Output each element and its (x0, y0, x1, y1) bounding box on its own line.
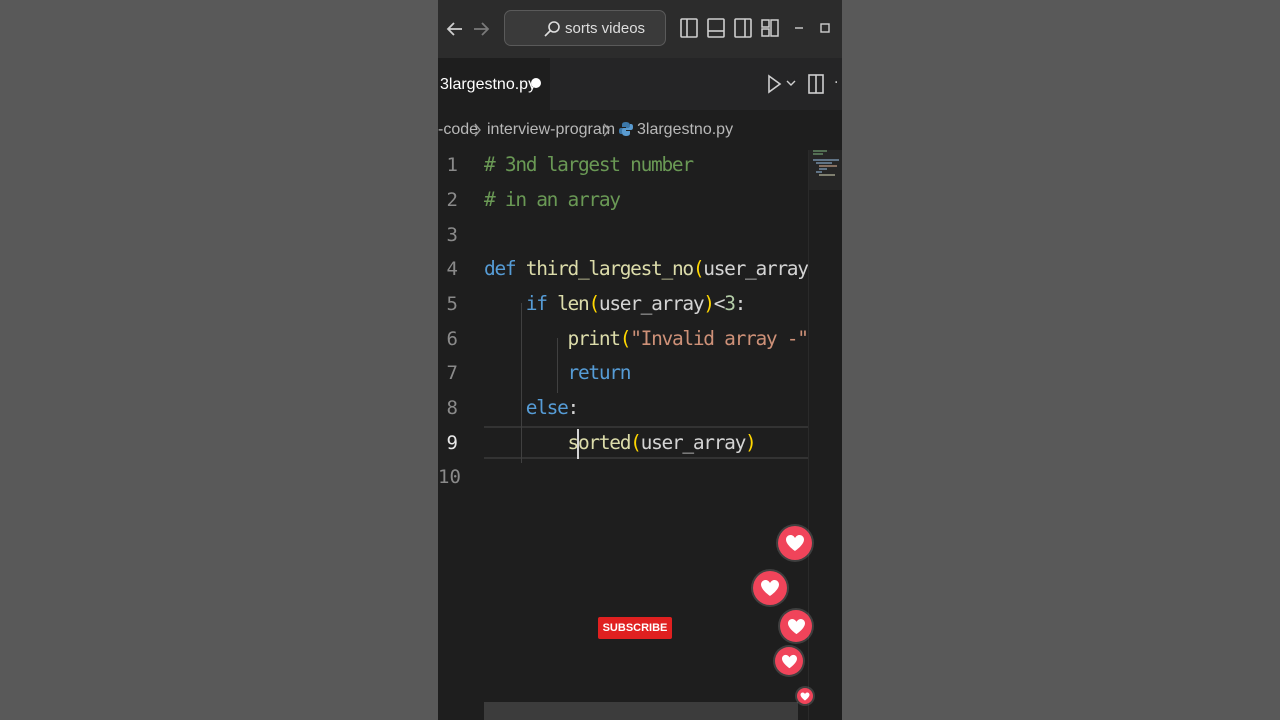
breadcrumb: -code interview-program 3largestno.py (438, 110, 842, 150)
code-text: if len(user_array)<3: (525, 292, 747, 315)
back-arrow-icon[interactable] (444, 18, 466, 40)
command-center-search[interactable]: sorts videos (504, 10, 666, 46)
line-number: 3 (446, 224, 458, 246)
heart-icon (778, 526, 812, 560)
tab-3largestno[interactable]: 3largestno.py (438, 58, 550, 110)
code-line[interactable]: 10 (438, 462, 808, 496)
subscribe-button[interactable]: SUBSCRIBE (598, 617, 672, 639)
code-line[interactable]: 4 def third_largest_no(user_array): (438, 254, 830, 288)
chevron-down-icon[interactable] (786, 80, 796, 88)
forward-arrow-icon[interactable] (470, 18, 492, 40)
line-number: 1 (446, 154, 458, 176)
line-number: 8 (446, 397, 458, 419)
minimap-slider[interactable] (809, 150, 842, 190)
code-text: def third_largest_no(user_array): (484, 257, 830, 280)
code-text: # 3nd largest number (484, 153, 694, 176)
search-icon (544, 21, 560, 37)
line-number: 10 (438, 466, 461, 488)
heart-icon (753, 571, 787, 605)
code-line[interactable]: 3 (438, 220, 808, 254)
code-text: # in an array (484, 188, 621, 211)
line-number: 5 (446, 293, 458, 315)
python-file-icon (619, 122, 633, 136)
code-line[interactable]: 7 return (438, 358, 808, 392)
code-line[interactable]: 9 sorted(user_array) (438, 428, 808, 462)
heart-icon (797, 688, 813, 704)
unsaved-dot-icon[interactable] (531, 78, 541, 88)
customize-layout-icon[interactable] (761, 18, 779, 38)
split-editor-icon[interactable] (808, 74, 824, 94)
line-number: 7 (446, 362, 458, 384)
code-line[interactable]: 2 # in an array (438, 185, 808, 219)
editor-tab-bar: 3largestno.py · (438, 58, 842, 110)
line-number: 6 (446, 328, 458, 350)
minimize-icon[interactable] (790, 18, 808, 38)
code-text: return (567, 361, 632, 384)
horizontal-scrollbar[interactable] (484, 702, 798, 720)
search-text: sorts videos (565, 20, 646, 37)
code-text: else: (525, 396, 580, 419)
minimap[interactable] (808, 150, 842, 720)
title-bar: sorts videos (438, 0, 842, 58)
heart-icon (780, 610, 812, 642)
chevron-right-icon (474, 123, 481, 137)
breadcrumb-item-folder[interactable]: interview-program (487, 121, 615, 139)
line-number: 4 (446, 258, 458, 280)
chevron-right-icon (603, 123, 610, 137)
video-letterbox-right (842, 0, 1280, 720)
toggle-primary-sidebar-icon[interactable] (680, 18, 698, 38)
maximize-icon[interactable] (816, 18, 834, 38)
more-actions-icon[interactable]: · (834, 75, 838, 91)
video-letterbox-left (0, 0, 438, 720)
vscode-window: sorts videos 3largestno.py · -code inter… (438, 0, 842, 720)
code-text: sorted(user_array) (567, 431, 757, 454)
code-line[interactable]: 6 print("Invalid array -") (438, 324, 820, 358)
code-line[interactable]: 5 if len(user_array)<3: (438, 289, 808, 323)
breadcrumb-item-file[interactable]: 3largestno.py (637, 121, 733, 139)
code-text: print("Invalid array -") (567, 327, 820, 350)
toggle-panel-icon[interactable] (707, 18, 725, 38)
heart-icon (775, 647, 803, 675)
code-line[interactable]: 8 else: (438, 393, 808, 427)
tab-label: 3largestno.py (440, 76, 537, 93)
line-number: 9 (446, 432, 458, 454)
run-icon[interactable] (766, 74, 782, 94)
breadcrumb-item-root[interactable]: -code (438, 121, 478, 139)
code-line[interactable]: 1 # 3nd largest number (438, 150, 808, 184)
toggle-secondary-sidebar-icon[interactable] (734, 18, 752, 38)
line-number: 2 (446, 189, 458, 211)
text-cursor (577, 429, 579, 459)
